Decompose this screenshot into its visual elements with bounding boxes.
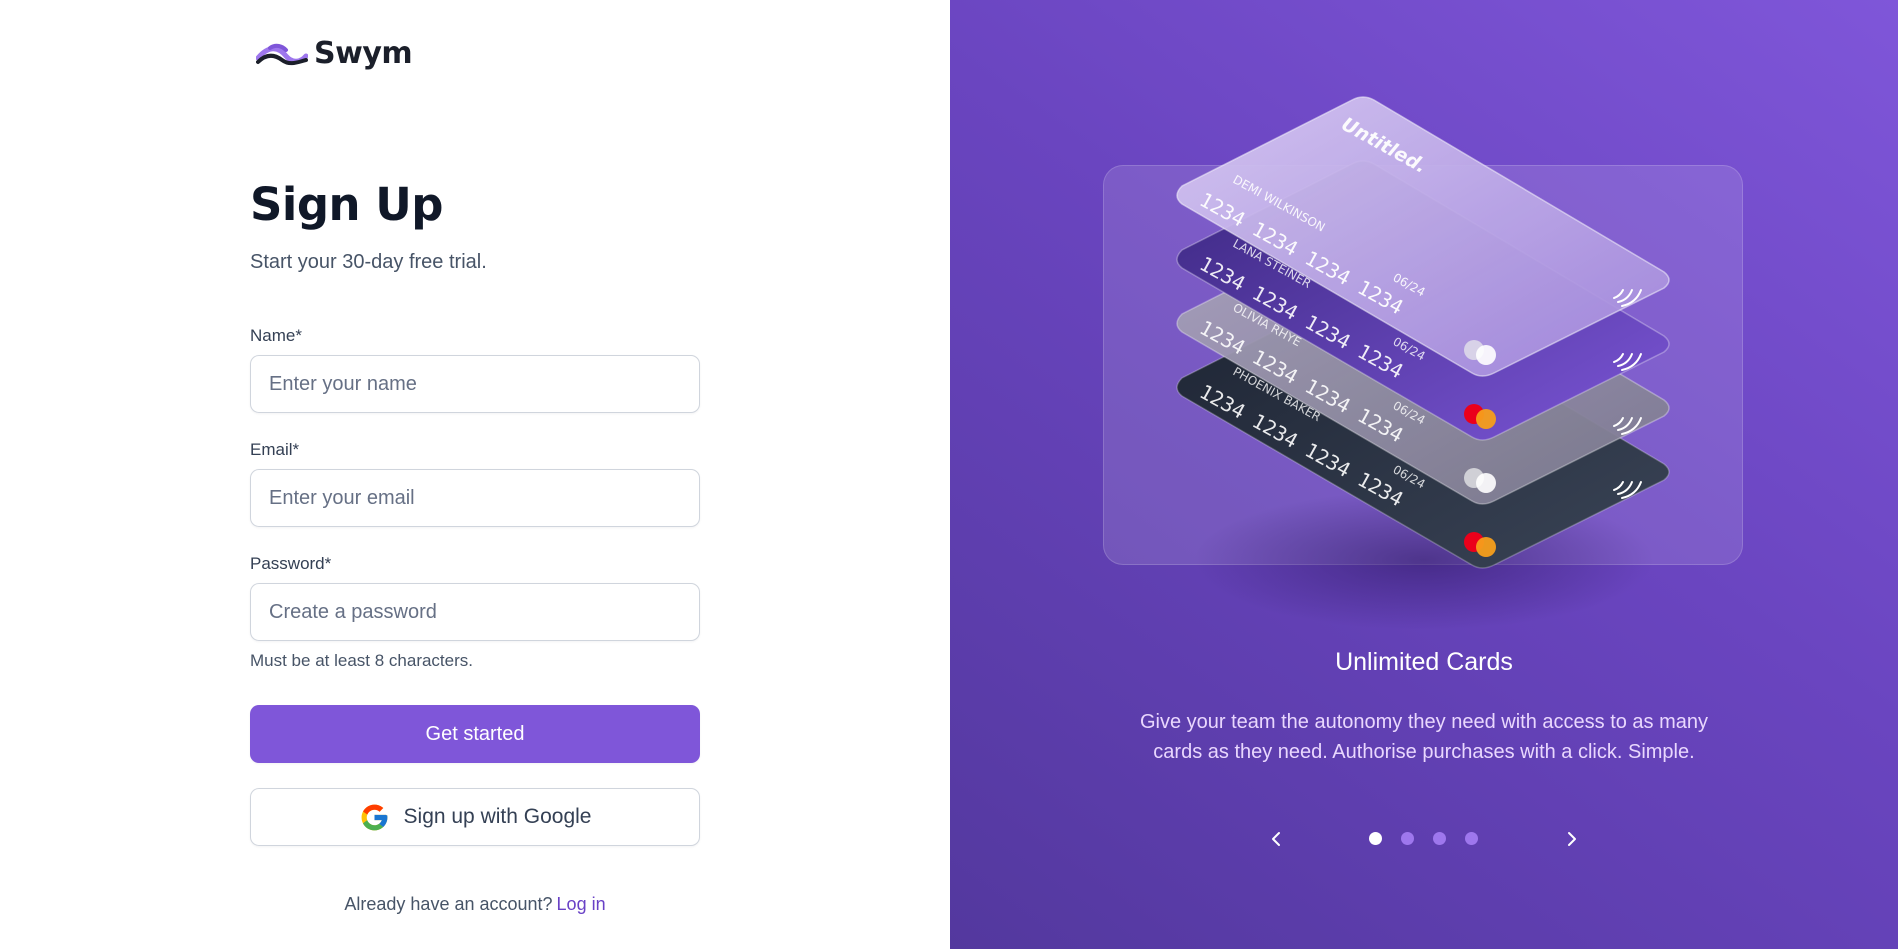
- signup-form: Sign Up Start your 30-day free trial. Na…: [250, 174, 700, 915]
- email-input[interactable]: [250, 469, 700, 527]
- signup-page: Swym Sign Up Start your 30-day free tria…: [0, 0, 1898, 949]
- carousel-dot-4[interactable]: [1465, 832, 1478, 845]
- google-signup-button[interactable]: Sign up with Google: [250, 788, 700, 846]
- get-started-button[interactable]: Get started: [250, 705, 700, 763]
- swym-logo-icon: [256, 43, 308, 65]
- page-subtitle: Start your 30-day free trial.: [250, 251, 487, 273]
- showcase-panel: 1234 1234 1234 1234 PHOENIX BAKER 06/24 …: [950, 0, 1898, 949]
- email-field-group: Email*: [250, 440, 700, 527]
- carousel-next-button[interactable]: [1556, 824, 1586, 854]
- chevron-left-icon: [1272, 832, 1280, 846]
- password-input[interactable]: [250, 583, 700, 641]
- password-hint: Must be at least 8 characters.: [250, 651, 473, 670]
- name-label: Name*: [250, 326, 302, 345]
- feature-title: Unlimited Cards: [1335, 648, 1513, 676]
- feature-description: Give your team the autonomy they need wi…: [1139, 711, 1709, 763]
- name-field-group: Name*: [250, 326, 700, 413]
- signup-panel: Swym Sign Up Start your 30-day free tria…: [0, 0, 950, 949]
- carousel-dot-2[interactable]: [1401, 832, 1414, 845]
- carousel-indicators: [1369, 832, 1478, 845]
- brand-name: Swym: [314, 36, 413, 71]
- chevron-right-icon: [1568, 832, 1576, 846]
- login-link[interactable]: Log in: [557, 894, 606, 914]
- google-button-label: Sign up with Google: [403, 805, 592, 828]
- carousel-prev-button[interactable]: [1262, 824, 1292, 854]
- login-prompt-text: Already have an account?: [344, 894, 553, 914]
- google-icon: [361, 804, 387, 830]
- page-title: Sign Up: [250, 178, 444, 231]
- password-field-group: Password* Must be at least 8 characters.: [250, 554, 700, 671]
- carousel-controls: [950, 824, 1898, 854]
- name-input[interactable]: [250, 355, 700, 413]
- email-label: Email*: [250, 440, 300, 459]
- password-label: Password*: [250, 554, 332, 573]
- carousel-dot-1[interactable]: [1369, 832, 1382, 845]
- carousel-dot-3[interactable]: [1433, 832, 1446, 845]
- login-prompt: Already have an account? Log in: [250, 894, 700, 915]
- card-stack-illustration: 1234 1234 1234 1234 PHOENIX BAKER 06/24 …: [1176, 96, 1670, 630]
- brand-logo[interactable]: Swym: [256, 36, 413, 71]
